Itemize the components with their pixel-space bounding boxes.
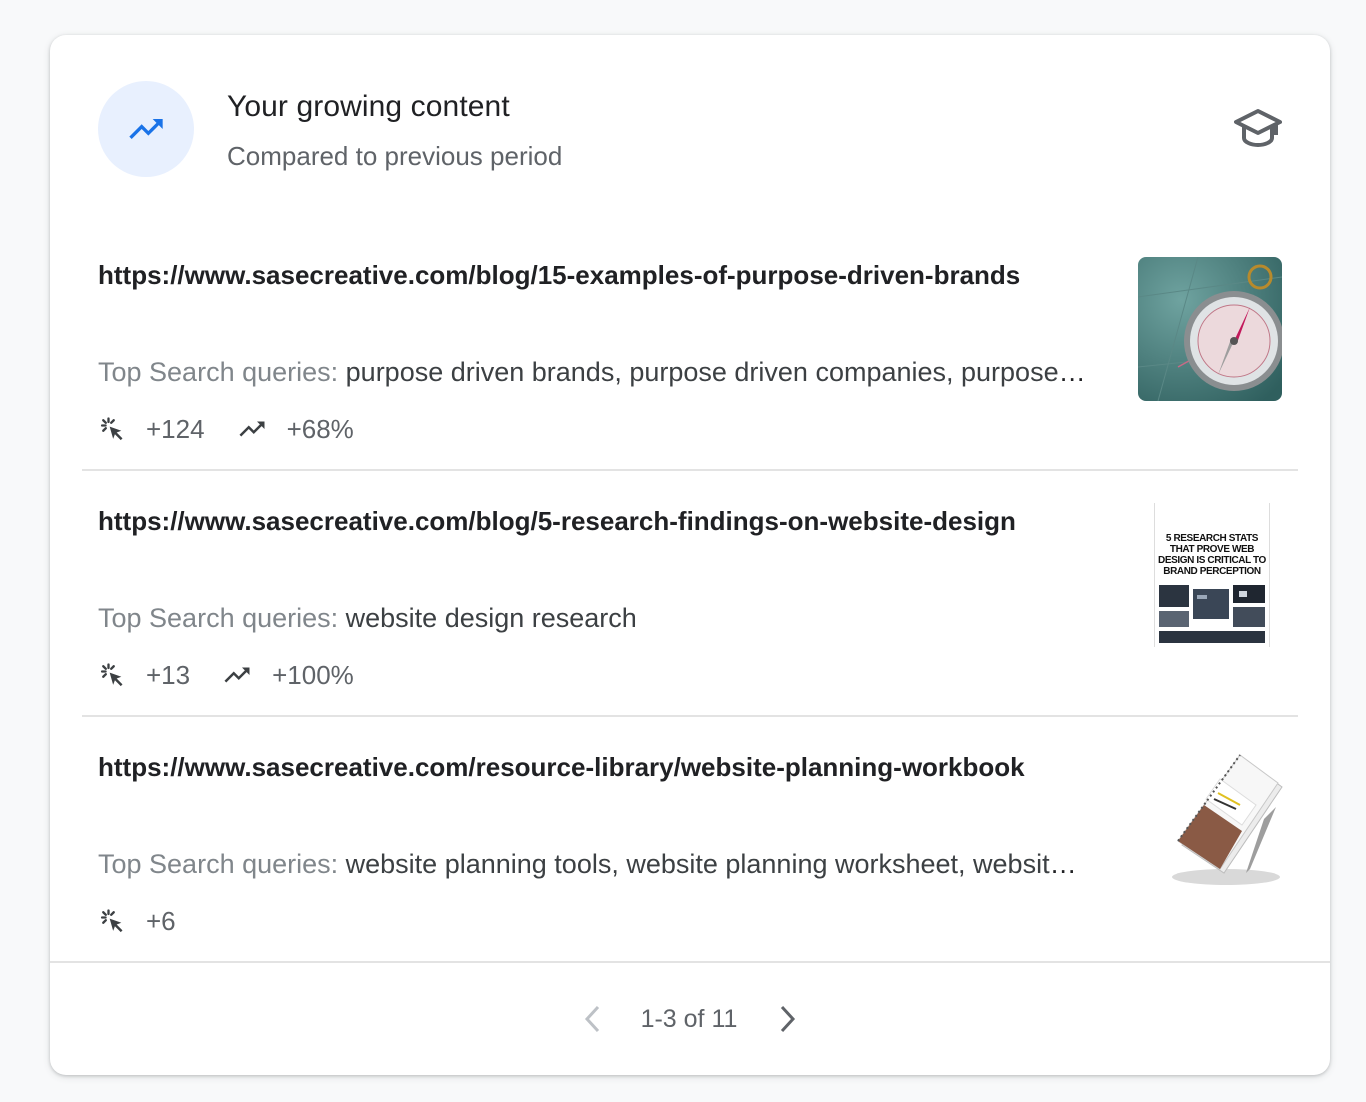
queries-label: Top Search queries:: [98, 357, 339, 387]
click-icon: [100, 663, 123, 687]
clicks-value: +13: [146, 659, 191, 690]
card-header: Your growing content Compared to previou…: [50, 35, 1330, 235]
queries-values: purpose driven brands, purpose driven co…: [345, 357, 1088, 387]
trending-up-icon: [224, 667, 250, 683]
trending-up-icon: [129, 119, 163, 139]
top-queries: Top Search queries: website planning too…: [98, 847, 1088, 881]
growing-content-card: Your growing content Compared to previou…: [50, 35, 1330, 1075]
item-metrics: +124 +68%: [98, 413, 386, 445]
growth-value: +68%: [286, 413, 354, 444]
top-queries: Top Search queries: purpose driven brand…: [98, 355, 1088, 389]
clicks-value: +124: [146, 413, 205, 444]
top-queries: Top Search queries: website design resea…: [98, 601, 1088, 635]
chevron-right-icon: [781, 1005, 796, 1033]
queries-label: Top Search queries:: [98, 603, 339, 633]
thumb-line: BRAND PERCEPTION: [1163, 566, 1261, 577]
queries-values: website design research: [345, 603, 637, 633]
next-page-button[interactable]: [773, 1001, 801, 1037]
pagination: 1-3 of 11: [50, 997, 1330, 1041]
footer-divider: [50, 961, 1330, 963]
trending-up-icon: [239, 421, 265, 437]
click-icon: [100, 909, 123, 933]
item-metrics: +13 +100%: [98, 659, 386, 691]
content-item[interactable]: https://www.sasecreative.com/blog/15-exa…: [82, 257, 1298, 471]
thumbnail-planning-workbook[interactable]: [1144, 749, 1288, 893]
card-title: Your growing content: [227, 90, 510, 123]
thumb-line: DESIGN IS CRITICAL TO: [1158, 555, 1266, 566]
page-url[interactable]: https://www.sasecreative.com/resource-li…: [98, 749, 1098, 785]
growth-value: +100%: [272, 659, 354, 690]
school-icon[interactable]: [1234, 107, 1282, 151]
thumbnail-research-stats[interactable]: 5 RESEARCH STATS THAT PROVE WEB DESIGN I…: [1154, 503, 1270, 647]
item-metrics: +6: [98, 905, 208, 937]
queries-label: Top Search queries:: [98, 849, 339, 879]
card-subtitle: Compared to previous period: [227, 141, 563, 171]
content-item[interactable]: https://www.sasecreative.com/blog/5-rese…: [82, 503, 1298, 717]
thumb-line: THAT PROVE WEB: [1169, 544, 1255, 555]
page-range: 1-3 of 11: [640, 1004, 738, 1033]
prev-page-button[interactable]: [579, 1001, 607, 1037]
thumbnail-compass[interactable]: [1138, 257, 1282, 401]
queries-values: website planning tools, website planning…: [345, 849, 1088, 879]
clicks-value: +6: [146, 905, 176, 936]
chevron-left-icon: [584, 1005, 599, 1033]
content-item[interactable]: https://www.sasecreative.com/resource-li…: [82, 749, 1298, 949]
click-icon: [100, 417, 123, 441]
trend-badge: [98, 81, 194, 177]
page-url[interactable]: https://www.sasecreative.com/blog/5-rese…: [98, 503, 1098, 539]
page-url[interactable]: https://www.sasecreative.com/blog/15-exa…: [98, 257, 1098, 293]
thumb-line: 5 RESEARCH STATS: [1165, 533, 1259, 544]
